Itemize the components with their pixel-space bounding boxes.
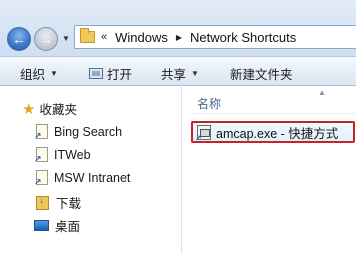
sidebar-item-label: 下载 (56, 197, 82, 211)
shortcut-icon (34, 170, 48, 188)
sidebar-item-itweb[interactable]: ITWeb (34, 147, 91, 165)
file-list-pane: ▲ 名称 amcap.exe - 快捷方式 (182, 87, 356, 254)
download-folder-icon (36, 195, 49, 210)
column-divider (190, 113, 356, 114)
sidebar-item-label: ITWeb (54, 147, 91, 162)
forward-button[interactable]: → (34, 27, 58, 51)
breadcrumb-windows[interactable]: Windows (115, 30, 168, 45)
file-item-amcap-shortcut[interactable]: amcap.exe - 快捷方式 (191, 121, 355, 143)
share-button[interactable]: 共享 ▼ (161, 64, 199, 83)
organize-label: 组织 (20, 68, 46, 82)
sidebar-item-label: Bing Search (54, 124, 123, 139)
recent-pages-dropdown-icon[interactable]: ▼ (62, 34, 70, 43)
back-button[interactable]: ← (7, 27, 31, 51)
sidebar-item-label: 收藏夹 (39, 103, 77, 117)
address-bar-area: ← → ▼ « Windows ▶ Network Shortcuts (0, 0, 356, 56)
sidebar-item-bing-search[interactable]: Bing Search (34, 124, 123, 142)
command-toolbar: 组织 ▼ 打开 共享 ▼ 新建文件夹 (0, 56, 356, 86)
open-button[interactable]: 打开 (89, 64, 132, 83)
breadcrumb-network-shortcuts[interactable]: Network Shortcuts (190, 30, 296, 45)
sidebar-item-label: MSW Intranet (54, 170, 131, 185)
exe-shortcut-icon (195, 124, 211, 143)
share-label: 共享 (161, 68, 187, 82)
file-name: amcap.exe - 快捷方式 (216, 126, 339, 141)
chevron-down-icon: ▼ (191, 69, 199, 78)
sidebar-item-desktop[interactable]: 桌面 (34, 216, 80, 235)
sidebar-item-msw-intranet[interactable]: MSW Intranet (34, 170, 131, 188)
sidebar-item-favorites[interactable]: ★ 收藏夹 (22, 99, 77, 118)
open-icon (89, 68, 103, 79)
open-label: 打开 (107, 68, 133, 82)
desktop-icon (34, 220, 49, 231)
navigation-pane: ★ 收藏夹 Bing Search ITWeb MSW Intranet 下载 … (0, 87, 181, 254)
new-folder-label: 新建文件夹 (230, 68, 293, 82)
shortcut-icon (34, 147, 48, 165)
breadcrumb-overflow[interactable]: « (101, 31, 107, 43)
organize-button[interactable]: 组织 ▼ (20, 64, 58, 83)
forward-arrow-icon: → (39, 31, 53, 47)
address-bar[interactable]: « Windows ▶ Network Shortcuts (74, 25, 356, 49)
shortcut-icon (34, 124, 48, 142)
back-arrow-icon: ← (12, 31, 26, 47)
star-icon: ★ (22, 100, 36, 118)
chevron-down-icon: ▼ (50, 69, 58, 78)
sidebar-item-downloads[interactable]: 下载 (36, 193, 81, 212)
sort-arrow-icon: ▲ (318, 88, 326, 97)
column-header-name[interactable]: 名称 (197, 95, 221, 112)
new-folder-button[interactable]: 新建文件夹 (230, 64, 293, 83)
sidebar-item-label: 桌面 (55, 220, 81, 234)
chevron-right-icon[interactable]: ▶ (176, 33, 182, 42)
folder-icon (80, 28, 95, 43)
